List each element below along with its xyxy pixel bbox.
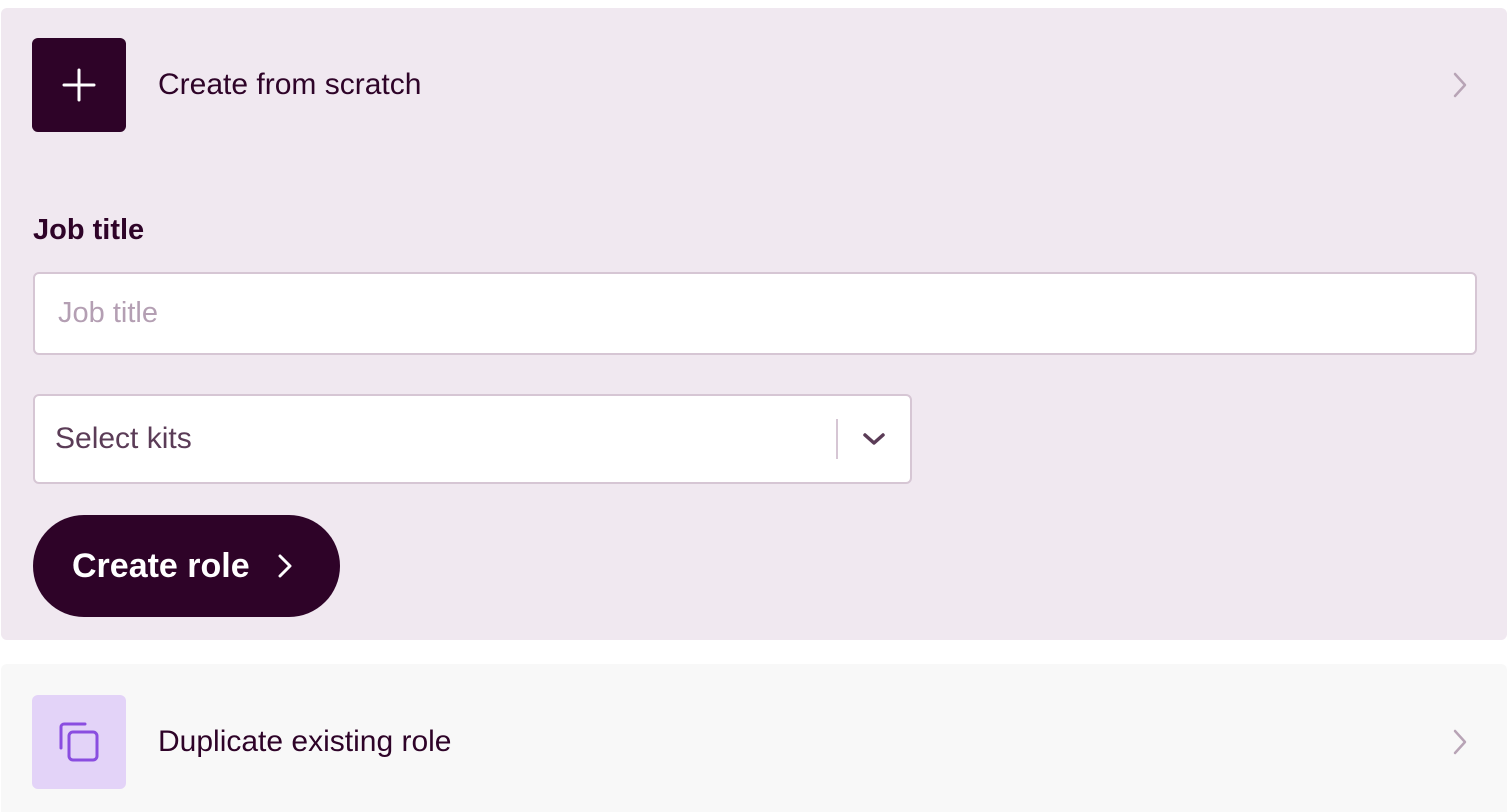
chevron-right-icon [1448, 72, 1472, 98]
chevron-down-icon[interactable] [838, 396, 910, 482]
select-kits-value: Select kits [55, 422, 192, 455]
chevron-right-icon [1448, 729, 1472, 755]
create-from-scratch-title: Create from scratch [158, 68, 422, 101]
duplicate-existing-role-card: Duplicate existing role [1, 664, 1507, 812]
create-from-scratch-header[interactable]: Create from scratch [32, 38, 1472, 132]
create-role-label: Create role [72, 546, 250, 585]
page: Create from scratch Job title Select kit… [0, 0, 1512, 812]
create-from-scratch-card: Create from scratch Job title Select kit… [1, 8, 1507, 640]
select-kits-dropdown[interactable]: Select kits [33, 394, 912, 484]
create-role-button[interactable]: Create role [33, 515, 340, 617]
chevron-right-icon [274, 553, 296, 579]
duplicate-existing-role-header[interactable]: Duplicate existing role [32, 695, 1472, 789]
plus-icon [32, 38, 126, 132]
duplicate-existing-role-title: Duplicate existing role [158, 725, 452, 758]
copy-icon [32, 695, 126, 789]
job-title-input[interactable] [33, 272, 1477, 355]
job-title-label: Job title [33, 214, 145, 246]
